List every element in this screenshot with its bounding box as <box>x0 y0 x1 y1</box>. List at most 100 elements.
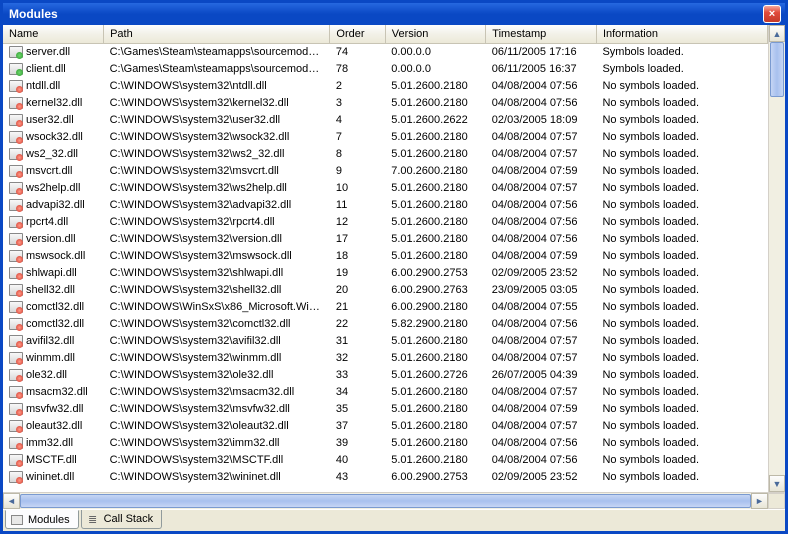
table-row[interactable]: comctl32.dllC:\WINDOWS\system32\comctl32… <box>3 316 768 333</box>
table-row[interactable]: winmm.dllC:\WINDOWS\system32\winmm.dll32… <box>3 350 768 367</box>
module-path: C:\Games\Steam\steamapps\sourcemods\... <box>104 44 330 61</box>
module-order: 9 <box>330 163 385 180</box>
module-icon <box>9 402 23 416</box>
module-name: wininet.dll <box>26 471 74 483</box>
module-version: 5.01.2600.2180 <box>385 333 486 350</box>
module-order: 12 <box>330 214 385 231</box>
module-order: 8 <box>330 146 385 163</box>
table-row[interactable]: avifil32.dllC:\WINDOWS\system32\avifil32… <box>3 333 768 350</box>
table-row[interactable]: user32.dllC:\WINDOWS\system32\user32.dll… <box>3 112 768 129</box>
table-row[interactable]: client.dllC:\Games\Steam\steamapps\sourc… <box>3 61 768 78</box>
table-row[interactable]: ws2help.dllC:\WINDOWS\system32\ws2help.d… <box>3 180 768 197</box>
vertical-scrollbar[interactable]: ▲ ▼ <box>768 25 785 492</box>
table-row[interactable]: msvfw32.dllC:\WINDOWS\system32\msvfw32.d… <box>3 401 768 418</box>
module-order: 10 <box>330 180 385 197</box>
module-order: 34 <box>330 384 385 401</box>
module-name: wsock32.dll <box>26 131 83 143</box>
module-path: C:\WINDOWS\system32\rpcrt4.dll <box>104 214 330 231</box>
module-version: 5.01.2600.2180 <box>385 231 486 248</box>
table-row[interactable]: ntdll.dllC:\WINDOWS\system32\ntdll.dll25… <box>3 78 768 95</box>
module-name: user32.dll <box>26 114 74 126</box>
module-version: 5.01.2600.2180 <box>385 197 486 214</box>
module-path: C:\WINDOWS\system32\msacm32.dll <box>104 384 330 401</box>
module-info: Symbols loaded. <box>596 61 767 78</box>
table-row[interactable]: mswsock.dllC:\WINDOWS\system32\mswsock.d… <box>3 248 768 265</box>
col-header-timestamp[interactable]: Timestamp <box>486 25 597 44</box>
tab-modules[interactable]: Modules <box>5 510 79 529</box>
module-order: 11 <box>330 197 385 214</box>
table-row[interactable]: kernel32.dllC:\WINDOWS\system32\kernel32… <box>3 95 768 112</box>
scroll-track-h[interactable] <box>20 493 751 509</box>
module-version: 5.82.2900.2180 <box>385 316 486 333</box>
module-icon <box>9 62 23 76</box>
horizontal-scrollbar[interactable]: ◄ ► <box>3 492 785 509</box>
module-order: 7 <box>330 129 385 146</box>
scroll-thumb-h[interactable] <box>20 494 751 508</box>
module-name: version.dll <box>26 233 76 245</box>
scroll-track[interactable] <box>769 42 785 475</box>
module-order: 40 <box>330 452 385 469</box>
module-icon <box>9 419 23 433</box>
module-version: 5.01.2600.2180 <box>385 418 486 435</box>
table-row[interactable]: rpcrt4.dllC:\WINDOWS\system32\rpcrt4.dll… <box>3 214 768 231</box>
module-icon <box>9 453 23 467</box>
module-version: 6.00.2900.2753 <box>385 469 486 486</box>
table-row[interactable]: server.dllC:\Games\Steam\steamapps\sourc… <box>3 44 768 61</box>
module-version: 6.00.2900.2763 <box>385 282 486 299</box>
module-version: 7.00.2600.2180 <box>385 163 486 180</box>
scroll-down-arrow-icon[interactable]: ▼ <box>769 475 785 492</box>
table-row[interactable]: imm32.dllC:\WINDOWS\system32\imm32.dll39… <box>3 435 768 452</box>
module-order: 19 <box>330 265 385 282</box>
scroll-left-arrow-icon[interactable]: ◄ <box>3 493 20 509</box>
module-icon <box>9 334 23 348</box>
table-row[interactable]: shell32.dllC:\WINDOWS\system32\shell32.d… <box>3 282 768 299</box>
col-header-path[interactable]: Path <box>104 25 330 44</box>
scroll-thumb[interactable] <box>770 42 784 97</box>
table-row[interactable]: comctl32.dllC:\WINDOWS\WinSxS\x86_Micros… <box>3 299 768 316</box>
module-order: 39 <box>330 435 385 452</box>
module-timestamp: 04/08/2004 07:59 <box>486 163 597 180</box>
table-row[interactable]: ws2_32.dllC:\WINDOWS\system32\ws2_32.dll… <box>3 146 768 163</box>
tab-callstack[interactable]: ≣ Call Stack <box>81 510 163 529</box>
module-timestamp: 04/08/2004 07:57 <box>486 146 597 163</box>
col-header-name[interactable]: Name <box>3 25 104 44</box>
module-version: 5.01.2600.2180 <box>385 401 486 418</box>
col-header-information[interactable]: Information <box>596 25 767 44</box>
module-timestamp: 04/08/2004 07:59 <box>486 401 597 418</box>
module-info: No symbols loaded. <box>596 333 767 350</box>
table-row[interactable]: version.dllC:\WINDOWS\system32\version.d… <box>3 231 768 248</box>
module-order: 74 <box>330 44 385 61</box>
module-info: No symbols loaded. <box>596 146 767 163</box>
table-row[interactable]: wsock32.dllC:\WINDOWS\system32\wsock32.d… <box>3 129 768 146</box>
module-info: No symbols loaded. <box>596 231 767 248</box>
module-timestamp: 04/08/2004 07:56 <box>486 197 597 214</box>
table-row[interactable]: oleaut32.dllC:\WINDOWS\system32\oleaut32… <box>3 418 768 435</box>
module-order: 3 <box>330 95 385 112</box>
module-info: No symbols loaded. <box>596 197 767 214</box>
table-row[interactable]: msvcrt.dllC:\WINDOWS\system32\msvcrt.dll… <box>3 163 768 180</box>
module-order: 22 <box>330 316 385 333</box>
close-button[interactable]: × <box>763 5 781 23</box>
module-path: C:\Games\Steam\steamapps\sourcemods\... <box>104 61 330 78</box>
module-name: comctl32.dll <box>26 301 84 313</box>
table-row[interactable]: msacm32.dllC:\WINDOWS\system32\msacm32.d… <box>3 384 768 401</box>
scroll-right-arrow-icon[interactable]: ► <box>751 493 768 509</box>
module-version: 5.01.2600.2180 <box>385 180 486 197</box>
table-row[interactable]: shlwapi.dllC:\WINDOWS\system32\shlwapi.d… <box>3 265 768 282</box>
col-header-version[interactable]: Version <box>385 25 486 44</box>
module-name: kernel32.dll <box>26 97 82 109</box>
table-row[interactable]: ole32.dllC:\WINDOWS\system32\ole32.dll33… <box>3 367 768 384</box>
module-version: 5.01.2600.2180 <box>385 214 486 231</box>
module-order: 32 <box>330 350 385 367</box>
table-row[interactable]: MSCTF.dllC:\WINDOWS\system32\MSCTF.dll40… <box>3 452 768 469</box>
titlebar[interactable]: Modules × <box>3 3 785 25</box>
col-header-order[interactable]: Order <box>330 25 385 44</box>
module-timestamp: 04/08/2004 07:57 <box>486 129 597 146</box>
table-row[interactable]: advapi32.dllC:\WINDOWS\system32\advapi32… <box>3 197 768 214</box>
module-icon <box>9 198 23 212</box>
scroll-up-arrow-icon[interactable]: ▲ <box>769 25 785 42</box>
module-path: C:\WINDOWS\system32\oleaut32.dll <box>104 418 330 435</box>
module-timestamp: 04/08/2004 07:56 <box>486 95 597 112</box>
module-version: 5.01.2600.2180 <box>385 350 486 367</box>
table-row[interactable]: wininet.dllC:\WINDOWS\system32\wininet.d… <box>3 469 768 486</box>
